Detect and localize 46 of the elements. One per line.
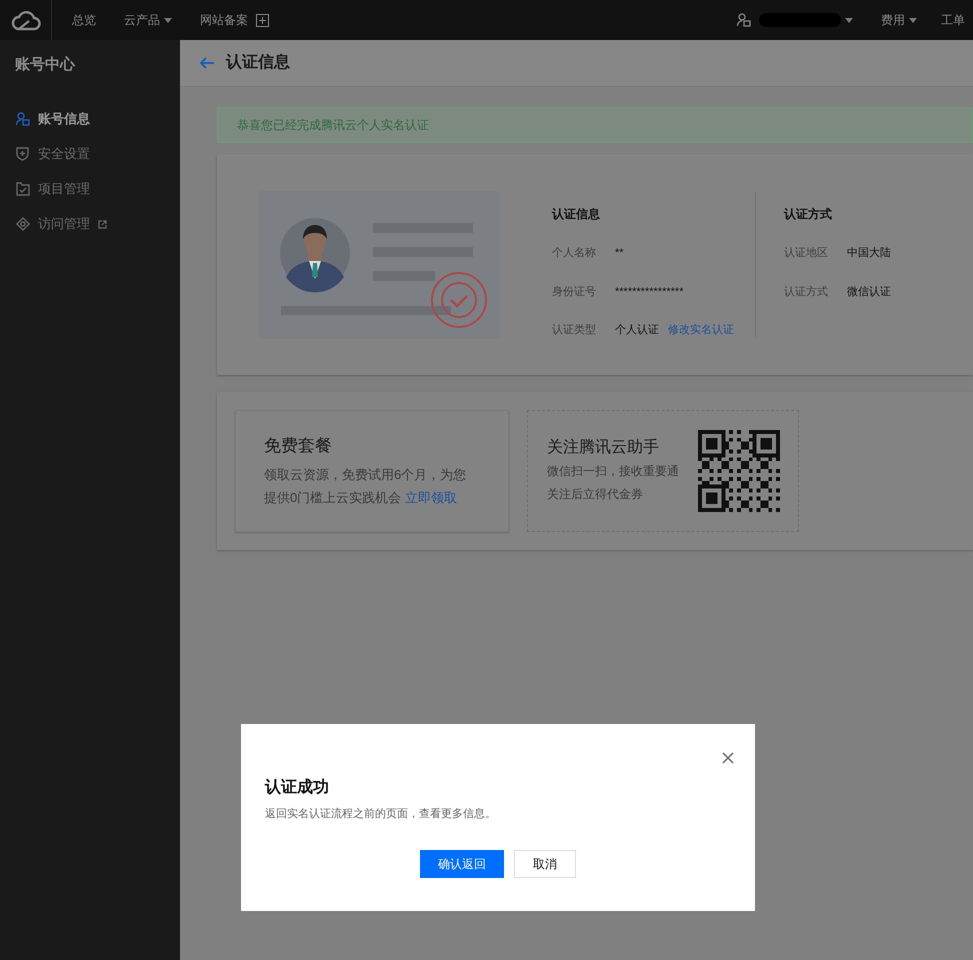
field-label: 认证地区	[784, 246, 829, 261]
sidebar-item[interactable]: 项目管理	[0, 172, 180, 206]
confirm-button[interactable]: 确认返回	[420, 850, 504, 878]
field-label: 个人名称	[552, 246, 597, 261]
field-value: 中国大陆	[847, 246, 891, 261]
folder-icon	[16, 182, 30, 196]
dialog-title: 认证成功	[265, 778, 330, 798]
sidebar-item[interactable]: 访问管理	[0, 206, 180, 242]
nav-link[interactable]: 工单	[941, 11, 965, 29]
promo-text: 关注后立得代金券	[547, 486, 644, 503]
external-link-icon	[98, 220, 107, 228]
user-icon[interactable]	[737, 13, 751, 27]
field-value: 微信认证	[847, 284, 891, 300]
user-icon	[16, 112, 30, 126]
page-title: 认证信息	[226, 52, 290, 73]
nav-link[interactable]: 费用	[881, 11, 917, 29]
network-icon	[16, 217, 30, 231]
dialog-message: 返回实名认证流程之前的页面，查看更多信息。	[265, 806, 497, 822]
nav-link[interactable]: 云产品	[124, 11, 172, 29]
shield-icon	[16, 147, 30, 161]
sidebar-item[interactable]: 安全设置	[0, 136, 180, 172]
promo-text: 领取云资源，免费试用6个月，为您提供0门槛上云实践机会 立即领取	[264, 466, 468, 507]
nav-link[interactable]: 网站备案	[200, 11, 269, 29]
caret-icon	[845, 18, 853, 22]
field-value: 个人认证	[615, 323, 659, 338]
field-value: ****************	[615, 284, 684, 300]
section-title: 认证方式	[784, 206, 833, 223]
caret-icon	[909, 18, 917, 22]
close-button[interactable]	[721, 751, 735, 765]
field-label: 认证方式	[784, 284, 829, 300]
close-icon	[722, 752, 734, 764]
success-alert: 恭喜您已经完成腾讯云个人实名认证	[217, 107, 973, 143]
add-box-icon	[256, 14, 269, 26]
promo-title: 免费套餐	[264, 435, 333, 458]
sidebar-title: 账号中心	[14, 55, 76, 75]
sidebar-item[interactable]: 账号信息	[0, 102, 180, 136]
field-label: 认证类型	[552, 323, 597, 338]
field-label: 身份证号	[552, 284, 597, 300]
cancel-button[interactable]: 取消	[514, 850, 576, 878]
field-value: **	[615, 246, 624, 261]
cloud-logo-icon[interactable]	[10, 9, 42, 31]
promo-text: 微信扫一扫，接收重要通	[547, 463, 679, 480]
caret-icon	[164, 18, 172, 22]
nav-link[interactable]: 总览	[72, 11, 96, 29]
section-title: 认证信息	[552, 206, 601, 223]
promo-title: 关注腾讯云助手	[547, 438, 660, 458]
